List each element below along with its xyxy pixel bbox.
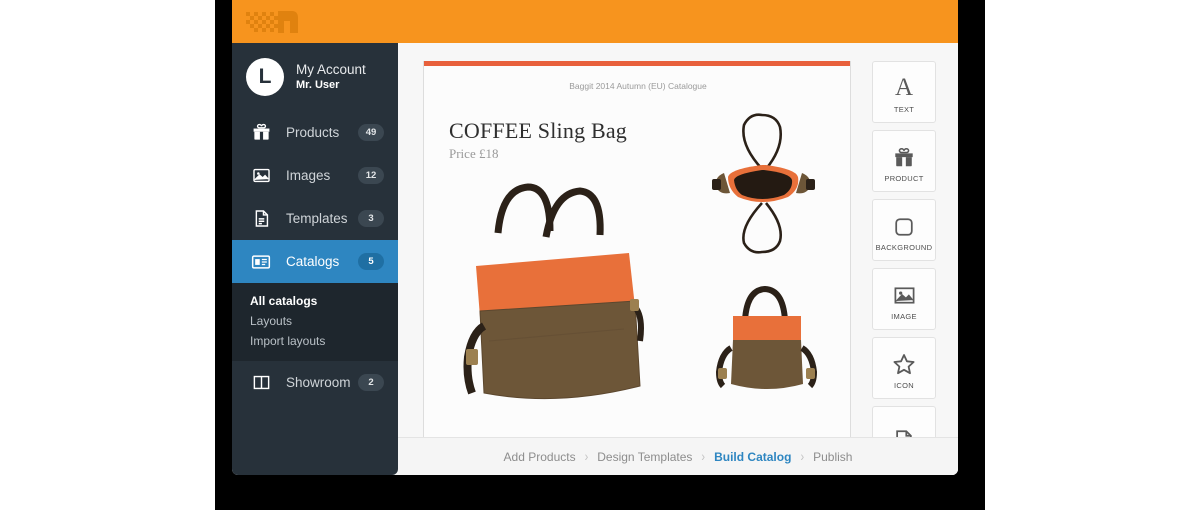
breadcrumb: Add Products › Design Templates › Build … (398, 437, 958, 475)
sidebar-badge: 2 (358, 374, 384, 391)
tool-image[interactable]: IMAGE (872, 268, 936, 330)
sidebar-item-images[interactable]: Images 12 (232, 154, 398, 197)
element-toolbar: A TEXT PRODUCT BACKGROUND IMAGE ICON (866, 61, 956, 475)
image-icon (893, 277, 916, 307)
sidebar-item-label: Images (286, 168, 331, 183)
chevron-right-icon: › (701, 449, 706, 464)
submenu-item-layouts[interactable]: Layouts (250, 311, 398, 331)
breadcrumb-step-design-templates[interactable]: Design Templates (597, 450, 692, 464)
sidebar-item-templates[interactable]: Templates 3 (232, 197, 398, 240)
chevron-right-icon: › (800, 449, 805, 464)
page-accent-bar (424, 61, 850, 66)
breadcrumb-step-publish[interactable]: Publish (813, 450, 852, 464)
tool-label: IMAGE (891, 312, 917, 321)
product-title: COFFEE Sling Bag (449, 118, 628, 143)
avatar: L (246, 58, 284, 96)
tool-label: ICON (894, 381, 914, 390)
sidebar-item-showroom[interactable]: Showroom 2 (232, 361, 398, 404)
catalog-header-text: Baggit 2014 Autumn (EU) Catalogue (569, 81, 707, 91)
submenu-item-all-catalogs[interactable]: All catalogs (250, 291, 398, 311)
sidebar-item-catalogs[interactable]: Catalogs 5 (232, 240, 398, 283)
tool-text[interactable]: A TEXT (872, 61, 936, 123)
sidebar-badge: 3 (358, 210, 384, 227)
sidebar-item-label: Showroom (286, 375, 351, 390)
account-block[interactable]: L My Account Mr. User (232, 43, 398, 111)
app-window: L My Account Mr. User Products 49 Images… (232, 0, 958, 475)
tool-label: TEXT (893, 105, 915, 114)
app-header (232, 0, 958, 43)
tool-label: BACKGROUND (875, 243, 933, 252)
product-image-frontview (715, 285, 818, 389)
sidebar-badge: 49 (358, 124, 384, 141)
sidebar-item-label: Catalogs (286, 254, 340, 269)
submenu-item-import-layouts[interactable]: Import layouts (250, 331, 398, 351)
sidebar: L My Account Mr. User Products 49 Images… (232, 43, 398, 475)
sidebar-badge: 12 (358, 167, 384, 184)
product-image-main (463, 183, 644, 400)
tool-product[interactable]: PRODUCT (872, 130, 936, 192)
image-icon (250, 165, 272, 187)
sidebar-item-products[interactable]: Products 49 (232, 111, 398, 154)
square-icon (893, 208, 915, 238)
sidebar-badge: 5 (358, 253, 384, 270)
columns-icon (250, 372, 272, 394)
account-name: My Account (296, 61, 366, 77)
sidebar-item-label: Products (286, 125, 340, 140)
star-icon (892, 346, 916, 376)
breadcrumb-step-add-products[interactable]: Add Products (504, 450, 576, 464)
breadcrumb-step-build-catalog[interactable]: Build Catalog (714, 450, 791, 464)
gift-icon (893, 139, 915, 169)
product-image-topview (712, 113, 815, 254)
catalogs-submenu: All catalogs Layouts Import layouts (232, 283, 398, 361)
chevron-right-icon: › (584, 449, 589, 464)
tool-icon[interactable]: ICON (872, 337, 936, 399)
workspace: Baggit 2014 Autumn (EU) Catalogue COFFEE… (398, 43, 958, 475)
document-icon (250, 208, 272, 230)
tool-background[interactable]: BACKGROUND (872, 199, 936, 261)
text-icon: A (894, 74, 914, 101)
tool-label: PRODUCT (884, 174, 924, 183)
catalog-icon (250, 251, 272, 273)
account-subtitle: Mr. User (296, 78, 340, 91)
gift-icon (250, 122, 272, 144)
sidebar-item-label: Templates (286, 211, 348, 226)
catalog-page-preview[interactable]: Baggit 2014 Autumn (EU) Catalogue COFFEE… (423, 61, 851, 438)
product-price: Price £18 (449, 146, 499, 161)
checkered-flag-logo-icon[interactable] (240, 3, 306, 39)
